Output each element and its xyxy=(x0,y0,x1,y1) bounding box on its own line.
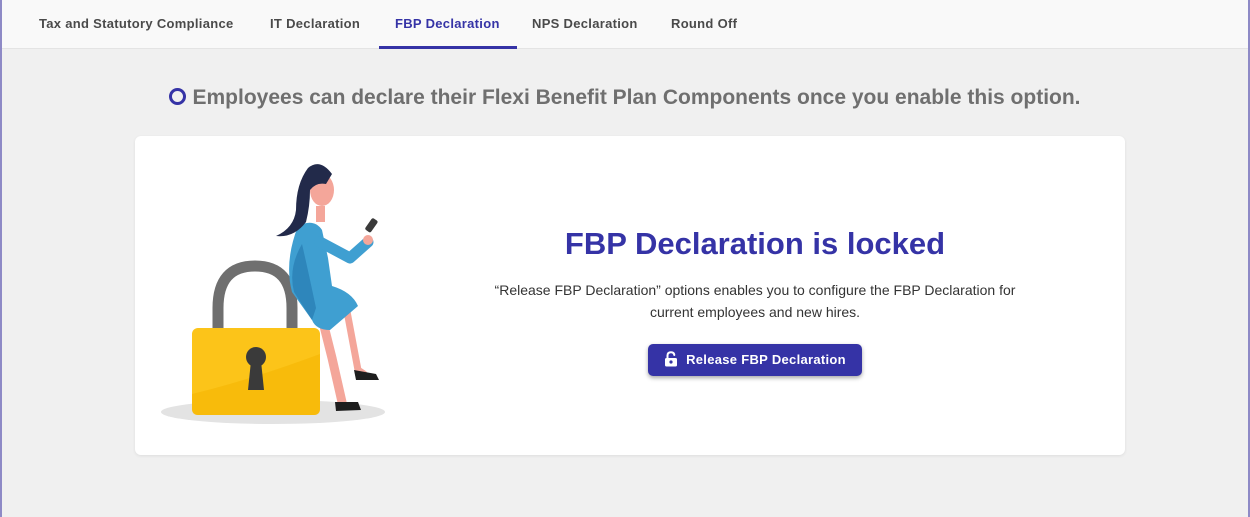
locked-card: FBP Declaration is locked “Release FBP D… xyxy=(135,136,1125,455)
app-frame: Tax and Statutory Compliance IT Declarat… xyxy=(0,0,1250,517)
woman-on-padlock-illustration xyxy=(161,164,385,424)
info-text: Employees can declare their Flexi Benefi… xyxy=(192,86,1081,109)
tab-round-off[interactable]: Round Off xyxy=(671,0,737,48)
info-banner: Employees can declare their Flexi Benefi… xyxy=(2,86,1248,110)
release-button-label: Release FBP Declaration xyxy=(686,352,846,367)
tab-tax-and-statutory-compliance[interactable]: Tax and Statutory Compliance xyxy=(39,0,234,48)
release-fbp-declaration-button[interactable]: Release FBP Declaration xyxy=(648,344,862,376)
tab-fbp-declaration[interactable]: FBP Declaration xyxy=(395,0,500,48)
tab-it-declaration[interactable]: IT Declaration xyxy=(270,0,360,48)
unlock-icon xyxy=(665,351,678,367)
tab-bar: Tax and Statutory Compliance IT Declarat… xyxy=(2,0,1248,49)
lock-title: FBP Declaration is locked xyxy=(564,226,946,261)
lock-description-line-2: current employees and new hires. xyxy=(649,304,861,320)
lock-description-line-1: “Release FBP Declaration” options enable… xyxy=(494,282,1016,298)
tab-nps-declaration[interactable]: NPS Declaration xyxy=(532,0,638,48)
ring-icon xyxy=(169,88,187,105)
lock-description: “Release FBP Declaration” options enable… xyxy=(465,279,1045,323)
active-tab-indicator xyxy=(379,46,517,49)
